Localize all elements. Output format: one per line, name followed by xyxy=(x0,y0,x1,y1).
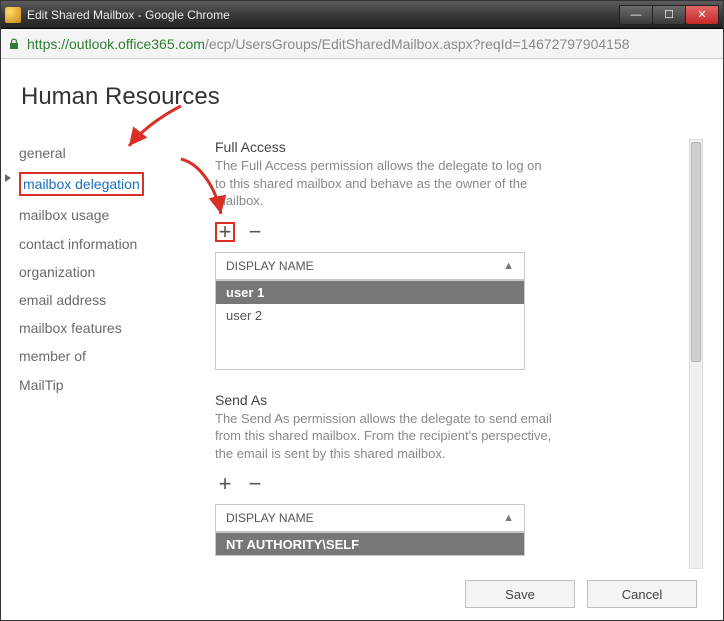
sidebar-item-label: mailbox features xyxy=(19,320,122,336)
app-icon xyxy=(5,7,21,23)
send-as-toolbar: + − xyxy=(215,474,689,494)
scrollbar[interactable] xyxy=(689,139,703,569)
plus-icon: + xyxy=(219,473,232,495)
sidebar-nav: general mailbox delegation mailbox usage… xyxy=(19,139,169,579)
sidebar-item-label: mailbox usage xyxy=(19,207,109,223)
sidebar-item-general[interactable]: general xyxy=(19,139,169,167)
remove-full-access-button[interactable]: − xyxy=(245,222,265,242)
send-as-description: The Send As permission allows the delega… xyxy=(215,410,555,463)
dialog-buttons: Save Cancel xyxy=(465,580,697,608)
sort-ascending-icon: ▲ xyxy=(503,260,514,272)
sidebar-item-mailbox-usage[interactable]: mailbox usage xyxy=(19,201,169,229)
lock-icon xyxy=(7,37,21,51)
cancel-button[interactable]: Cancel xyxy=(587,580,697,608)
list-item[interactable]: user 2 xyxy=(216,304,524,327)
list-item[interactable]: NT AUTHORITY\SELF xyxy=(216,533,524,556)
sidebar-item-label: email address xyxy=(19,292,106,308)
sidebar-item-label: mailbox delegation xyxy=(19,172,144,196)
plus-icon: + xyxy=(219,221,232,243)
minus-icon: − xyxy=(249,221,262,243)
window-titlebar: Edit Shared Mailbox - Google Chrome — ☐ … xyxy=(1,1,723,29)
page-title: Human Resources xyxy=(21,83,707,111)
minus-icon: − xyxy=(249,473,262,495)
add-send-as-button[interactable]: + xyxy=(215,474,235,494)
send-as-title: Send As xyxy=(215,392,689,408)
minimize-button[interactable]: — xyxy=(619,5,653,25)
full-access-title: Full Access xyxy=(215,139,689,155)
list-item[interactable]: user 1 xyxy=(216,281,524,304)
url-host: https://outlook.office365.com xyxy=(27,36,205,52)
sidebar-item-contact-information[interactable]: contact information xyxy=(19,230,169,258)
full-access-toolbar: + − xyxy=(215,222,689,242)
save-button[interactable]: Save xyxy=(465,580,575,608)
sidebar-item-label: member of xyxy=(19,348,86,364)
column-header-label: DISPLAY NAME xyxy=(226,259,314,273)
sidebar-item-mailbox-features[interactable]: mailbox features xyxy=(19,314,169,342)
sidebar-item-label: organization xyxy=(19,264,95,280)
sidebar-item-mailtip[interactable]: MailTip xyxy=(19,371,169,399)
full-access-list[interactable]: user 1 user 2 xyxy=(215,280,525,370)
send-as-list[interactable]: NT AUTHORITY\SELF xyxy=(215,532,525,556)
sidebar-item-organization[interactable]: organization xyxy=(19,258,169,286)
sort-ascending-icon: ▲ xyxy=(503,512,514,524)
remove-send-as-button[interactable]: − xyxy=(245,474,265,494)
page-content: Human Resources general mailbox delegati… xyxy=(1,59,723,620)
full-access-description: The Full Access permission allows the de… xyxy=(215,157,555,210)
sidebar-item-email-address[interactable]: email address xyxy=(19,286,169,314)
maximize-button[interactable]: ☐ xyxy=(652,5,686,25)
full-access-column-header[interactable]: DISPLAY NAME ▲ xyxy=(215,252,525,280)
send-as-column-header[interactable]: DISPLAY NAME ▲ xyxy=(215,504,525,532)
sidebar-item-label: contact information xyxy=(19,236,137,252)
address-bar[interactable]: https://outlook.office365.com/ecp/UsersG… xyxy=(1,29,723,59)
sidebar-item-member-of[interactable]: member of xyxy=(19,342,169,370)
sidebar-item-label: general xyxy=(19,145,66,161)
url-text: https://outlook.office365.com/ecp/UsersG… xyxy=(27,36,630,52)
window-controls: — ☐ ✕ xyxy=(620,5,719,25)
column-header-label: DISPLAY NAME xyxy=(226,511,314,525)
close-button[interactable]: ✕ xyxy=(685,5,719,25)
sidebar-item-label: MailTip xyxy=(19,377,64,393)
button-label: Cancel xyxy=(622,587,662,602)
sidebar-item-mailbox-delegation[interactable]: mailbox delegation xyxy=(19,167,169,201)
selection-marker-icon xyxy=(5,174,11,182)
button-label: Save xyxy=(505,587,535,602)
window-title: Edit Shared Mailbox - Google Chrome xyxy=(27,8,620,22)
main-panel: Full Access The Full Access permission a… xyxy=(215,139,707,579)
url-path: /ecp/UsersGroups/EditSharedMailbox.aspx?… xyxy=(205,36,630,52)
scrollbar-thumb[interactable] xyxy=(691,142,701,362)
add-full-access-button[interactable]: + xyxy=(215,222,235,242)
